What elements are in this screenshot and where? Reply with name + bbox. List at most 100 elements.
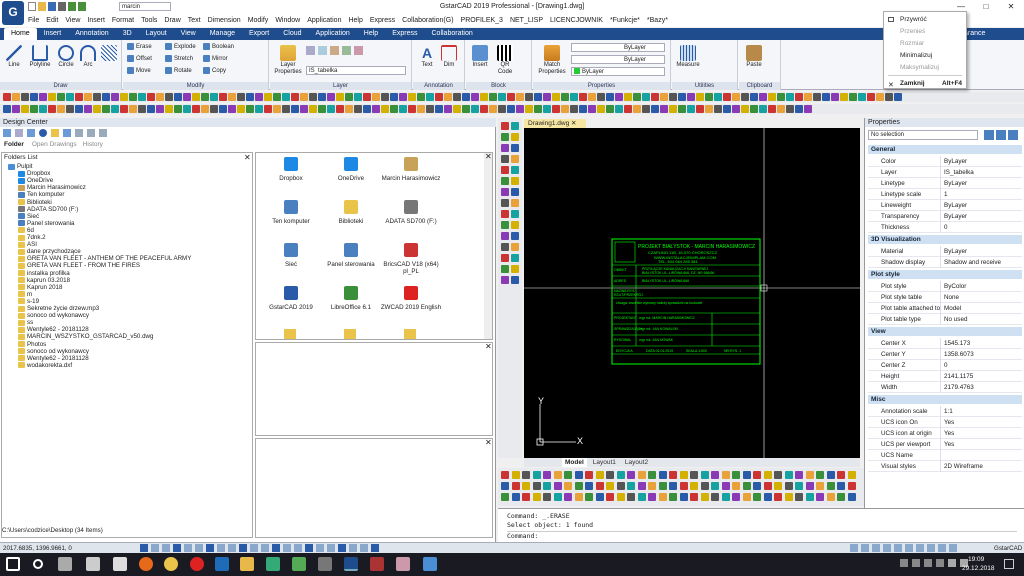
status-tool-icon[interactable] bbox=[850, 544, 858, 552]
bottom-tool-icon[interactable] bbox=[784, 493, 793, 501]
property-value[interactable]: 2141.1175 bbox=[940, 371, 973, 382]
bottom-tool-icon[interactable] bbox=[784, 471, 793, 479]
toolbar-tool-icon[interactable] bbox=[516, 93, 524, 101]
folder-tree-item[interactable]: m bbox=[18, 291, 32, 298]
bottom-tool-icon[interactable] bbox=[826, 471, 835, 479]
toolbar-tool-icon[interactable] bbox=[642, 105, 650, 113]
bottom-tool-icon[interactable] bbox=[700, 482, 709, 490]
toolbar-tool-icon[interactable] bbox=[129, 93, 137, 101]
toolbar-tool-icon[interactable] bbox=[111, 105, 119, 113]
tab-close-icon[interactable]: ✕ bbox=[571, 120, 576, 127]
toolbar-tool-icon[interactable] bbox=[759, 105, 767, 113]
folder-tree-item[interactable]: MARCIN_WSZYSTKO_GSTARCAD_v50.dwg bbox=[18, 333, 153, 340]
bottom-tool-icon[interactable] bbox=[658, 471, 667, 479]
bottom-tool-icon[interactable] bbox=[511, 482, 520, 490]
status-toggle-icon[interactable] bbox=[338, 544, 346, 552]
toolbar-tool-icon[interactable] bbox=[660, 93, 668, 101]
bottom-tool-icon[interactable] bbox=[847, 471, 856, 479]
copy-button[interactable]: Copy bbox=[203, 67, 226, 74]
toolbar-tool-icon[interactable] bbox=[552, 105, 560, 113]
toolbar-tool-icon[interactable] bbox=[183, 93, 191, 101]
menu-item[interactable]: Draw bbox=[164, 17, 180, 24]
back-icon[interactable] bbox=[3, 129, 11, 137]
bottom-tool-icon[interactable] bbox=[532, 482, 541, 490]
toolbar-tool-icon[interactable] bbox=[885, 93, 893, 101]
vertical-tool-icon[interactable] bbox=[501, 265, 509, 273]
toolbar-tool-icon[interactable] bbox=[84, 93, 92, 101]
toolbar-tool-icon[interactable] bbox=[480, 105, 488, 113]
vertical-tool-icon[interactable] bbox=[501, 177, 509, 185]
ribbon-tab[interactable]: Home bbox=[4, 28, 37, 40]
network-icon[interactable] bbox=[948, 559, 956, 567]
toolbar-tool-icon[interactable] bbox=[876, 93, 884, 101]
toolbar-tool-icon[interactable] bbox=[192, 105, 200, 113]
toolbar-tool-icon[interactable] bbox=[552, 93, 560, 101]
property-row[interactable]: Layer IS_tabelka bbox=[868, 167, 1022, 178]
bottom-tool-icon[interactable] bbox=[805, 471, 814, 479]
toolbar-tool-icon[interactable] bbox=[327, 105, 335, 113]
status-toggle-icon[interactable] bbox=[283, 544, 291, 552]
toolbar-tool-icon[interactable] bbox=[21, 105, 29, 113]
draw-tools-button[interactable] bbox=[100, 44, 118, 62]
bottom-tool-icon[interactable] bbox=[522, 493, 530, 501]
vertical-tool-icon[interactable] bbox=[501, 133, 509, 141]
toolbar-tool-icon[interactable] bbox=[705, 105, 713, 113]
toolbar-tool-icon[interactable] bbox=[417, 105, 425, 113]
toolbar-tool-icon[interactable] bbox=[597, 105, 605, 113]
layer-iso-icon[interactable] bbox=[342, 46, 351, 55]
bottom-tool-icon[interactable] bbox=[669, 482, 677, 490]
toolbar-tool-icon[interactable] bbox=[273, 105, 281, 113]
bottom-tool-icon[interactable] bbox=[763, 493, 772, 501]
toolbar-tool-icon[interactable] bbox=[57, 105, 65, 113]
bottom-tool-icon[interactable] bbox=[637, 482, 646, 490]
toolbar-tool-icon[interactable] bbox=[444, 105, 452, 113]
toolbar-tool-icon[interactable] bbox=[3, 93, 11, 101]
property-section-view[interactable]: View bbox=[868, 327, 1022, 336]
app-icon-2[interactable] bbox=[113, 557, 127, 571]
ribbon-tab[interactable]: Layout bbox=[139, 28, 174, 40]
bottom-tool-icon[interactable] bbox=[700, 493, 709, 501]
bottom-tool-icon[interactable] bbox=[837, 471, 845, 479]
toolbar-tool-icon[interactable] bbox=[588, 105, 596, 113]
menu-item[interactable]: Window bbox=[275, 17, 300, 24]
folder-icon[interactable] bbox=[344, 329, 356, 339]
toolbar-tool-icon[interactable] bbox=[372, 105, 380, 113]
toolbar-tool-icon[interactable] bbox=[732, 105, 740, 113]
property-row[interactable]: UCS Name bbox=[868, 450, 1022, 461]
layer-properties-button[interactable]: Layer Properties bbox=[273, 44, 303, 76]
toolbar-tool-icon[interactable] bbox=[336, 105, 344, 113]
property-row[interactable]: Lineweight ByLayer bbox=[868, 200, 1022, 211]
clock-time[interactable]: 19:09 bbox=[968, 556, 984, 563]
bottom-tool-icon[interactable] bbox=[532, 493, 541, 501]
toolbar-tool-icon[interactable] bbox=[471, 93, 479, 101]
bottom-tool-icon[interactable] bbox=[543, 482, 551, 490]
property-row[interactable]: Plot table type No used bbox=[868, 314, 1022, 325]
status-toggle-icon[interactable] bbox=[316, 544, 324, 552]
status-tool-icon[interactable] bbox=[949, 544, 957, 552]
tree-toggle-icon[interactable] bbox=[75, 129, 83, 137]
bottom-tool-icon[interactable] bbox=[553, 493, 562, 501]
tab-folder[interactable]: Folder bbox=[2, 141, 26, 150]
toolbar-tool-icon[interactable] bbox=[273, 93, 281, 101]
system-menu-item[interactable]: Przywróć bbox=[900, 16, 964, 23]
bottom-tool-icon[interactable] bbox=[595, 493, 604, 501]
lineweight-combo[interactable]: ByLayer bbox=[571, 67, 665, 76]
ribbon-tab[interactable]: Cloud bbox=[276, 28, 308, 40]
description-close-icon[interactable]: ✕ bbox=[485, 438, 492, 447]
windows-start-icon[interactable] bbox=[6, 557, 20, 571]
toolbar-tool-icon[interactable] bbox=[669, 93, 677, 101]
layer-match-icon[interactable] bbox=[354, 46, 363, 55]
toolbar-tool-icon[interactable] bbox=[453, 93, 461, 101]
bottom-tool-icon[interactable] bbox=[742, 471, 751, 479]
bottom-tool-icon[interactable] bbox=[564, 482, 572, 490]
toolbar-tool-icon[interactable] bbox=[849, 93, 857, 101]
bottom-tool-icon[interactable] bbox=[700, 471, 709, 479]
folder-tree-item[interactable]: Ten komputer bbox=[18, 191, 65, 198]
layer-freeze-icon[interactable] bbox=[318, 46, 327, 55]
close-button[interactable]: ✕ bbox=[1000, 0, 1022, 14]
toolbar-tool-icon[interactable] bbox=[624, 93, 632, 101]
status-toggle-icon[interactable] bbox=[151, 544, 159, 552]
toolbar-tool-icon[interactable] bbox=[12, 105, 20, 113]
toolbar-tool-icon[interactable] bbox=[408, 105, 416, 113]
property-value[interactable]: 2D Wireframe bbox=[940, 461, 983, 472]
